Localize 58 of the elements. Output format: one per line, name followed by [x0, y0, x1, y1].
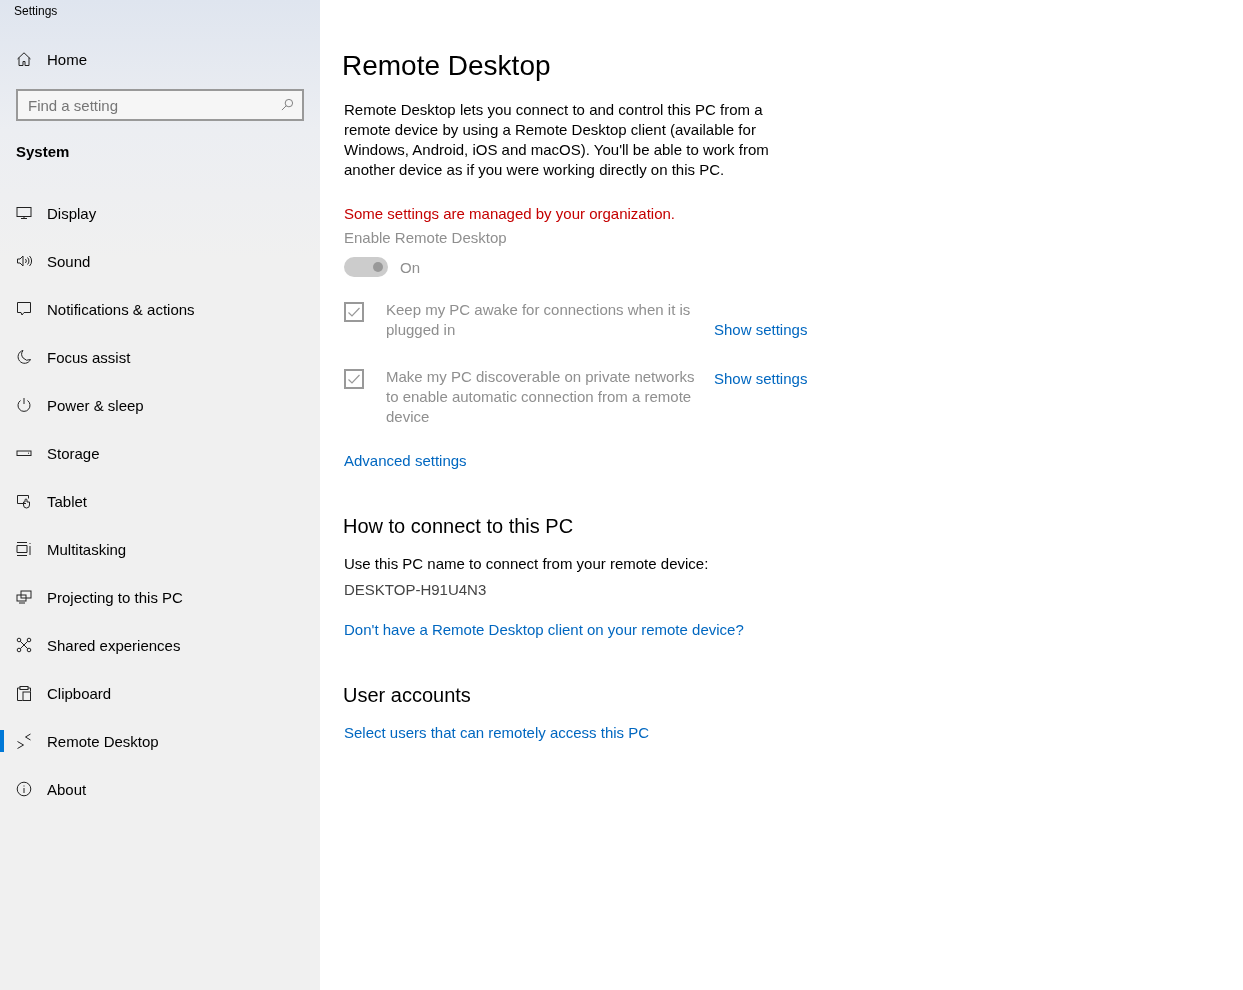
speaker-icon: [16, 253, 32, 269]
instruction-text: Use this PC name to connect from your remote device:: [344, 554, 710, 574]
moon-icon: [16, 349, 32, 365]
clipboard-icon: [16, 685, 32, 701]
display-icon: [16, 205, 32, 221]
tablet-icon: [16, 493, 32, 509]
nav-label: About: [47, 780, 87, 798]
pc-name: DESKTOP-H91U4N3: [344, 580, 488, 600]
nav-label: Sound: [47, 252, 91, 270]
nav-label: Projecting to this PC: [47, 588, 183, 606]
search-field[interactable]: Find a setting: [16, 89, 304, 121]
nav-item[interactable]: Notifications & actions: [0, 285, 320, 333]
nav-item[interactable]: Sound: [0, 237, 320, 285]
section-heading: System: [15, 142, 71, 162]
nav-label: Shared experiences: [47, 636, 181, 654]
nav-label: Notifications & actions: [47, 300, 195, 318]
select-users-link[interactable]: Select users that can remotely access this PC: [344, 723, 1243, 743]
projecting-icon: [16, 589, 32, 605]
nav-label: Power & sleep: [47, 396, 144, 414]
client-help-link[interactable]: Don't have a Remote Desktop client on your remote device?: [344, 620, 1243, 640]
nav-label: Focus assist: [47, 348, 131, 366]
nav-item[interactable]: Projecting to this PC: [0, 573, 320, 621]
search-icon: [281, 98, 294, 111]
description-text: Remote Desktop lets you connect to and control this PC from a remote device by using a Remote Desktop client (available for Windows, Android, iOS and macOS). You'll be able to work from another device as if you were working directly on this PC.: [344, 100, 770, 180]
nav-item[interactable]: Multitasking: [0, 525, 320, 573]
checkbox-label: Keep my PC awake for connections when it is plugged in: [386, 300, 692, 340]
nav-label: Tablet: [47, 492, 88, 510]
nav-label: Remote Desktop: [47, 732, 159, 750]
window-title: Settings: [13, 3, 59, 20]
nav-label: Display: [47, 204, 97, 222]
nav-item[interactable]: Display: [0, 189, 320, 237]
power-icon: [16, 397, 32, 413]
warning-text: Some settings are managed by your organization.: [344, 204, 677, 224]
nav-item[interactable]: Focus assist: [0, 333, 320, 381]
info-icon: [16, 781, 32, 797]
section-heading: User accounts: [343, 683, 472, 708]
home-label: Home: [47, 50, 87, 68]
checkbox-label: Make my PC discoverable on private networks to enable automatic connection from a remote device: [386, 367, 696, 427]
nav-item[interactable]: Power & sleep: [0, 381, 320, 429]
home-icon: [16, 51, 32, 67]
nav-item[interactable]: Storage: [0, 429, 320, 477]
page-title: Remote Desktop: [342, 49, 552, 83]
speech-bubble-icon: [16, 301, 32, 317]
advanced-settings-link[interactable]: Advanced settings: [344, 451, 1243, 471]
section-heading: How to connect to this PC: [343, 514, 575, 539]
home-nav-item[interactable]: Home: [0, 42, 320, 76]
nav-item[interactable]: Shared experiences: [0, 621, 320, 669]
toggle-label: Enable Remote Desktop: [344, 228, 508, 248]
nav-item[interactable]: Clipboard: [0, 669, 320, 717]
nav-label: Clipboard: [47, 684, 112, 702]
toggle-state: On: [400, 258, 420, 276]
nav-item[interactable]: Tablet: [0, 477, 320, 525]
nav-item[interactable]: About: [0, 765, 320, 813]
nav-label: Storage: [47, 444, 100, 462]
shared-nodes-icon: [16, 637, 32, 653]
multitasking-icon: [16, 541, 32, 557]
nav-label: Multitasking: [47, 540, 127, 558]
remote-arrows-icon: [16, 733, 32, 749]
